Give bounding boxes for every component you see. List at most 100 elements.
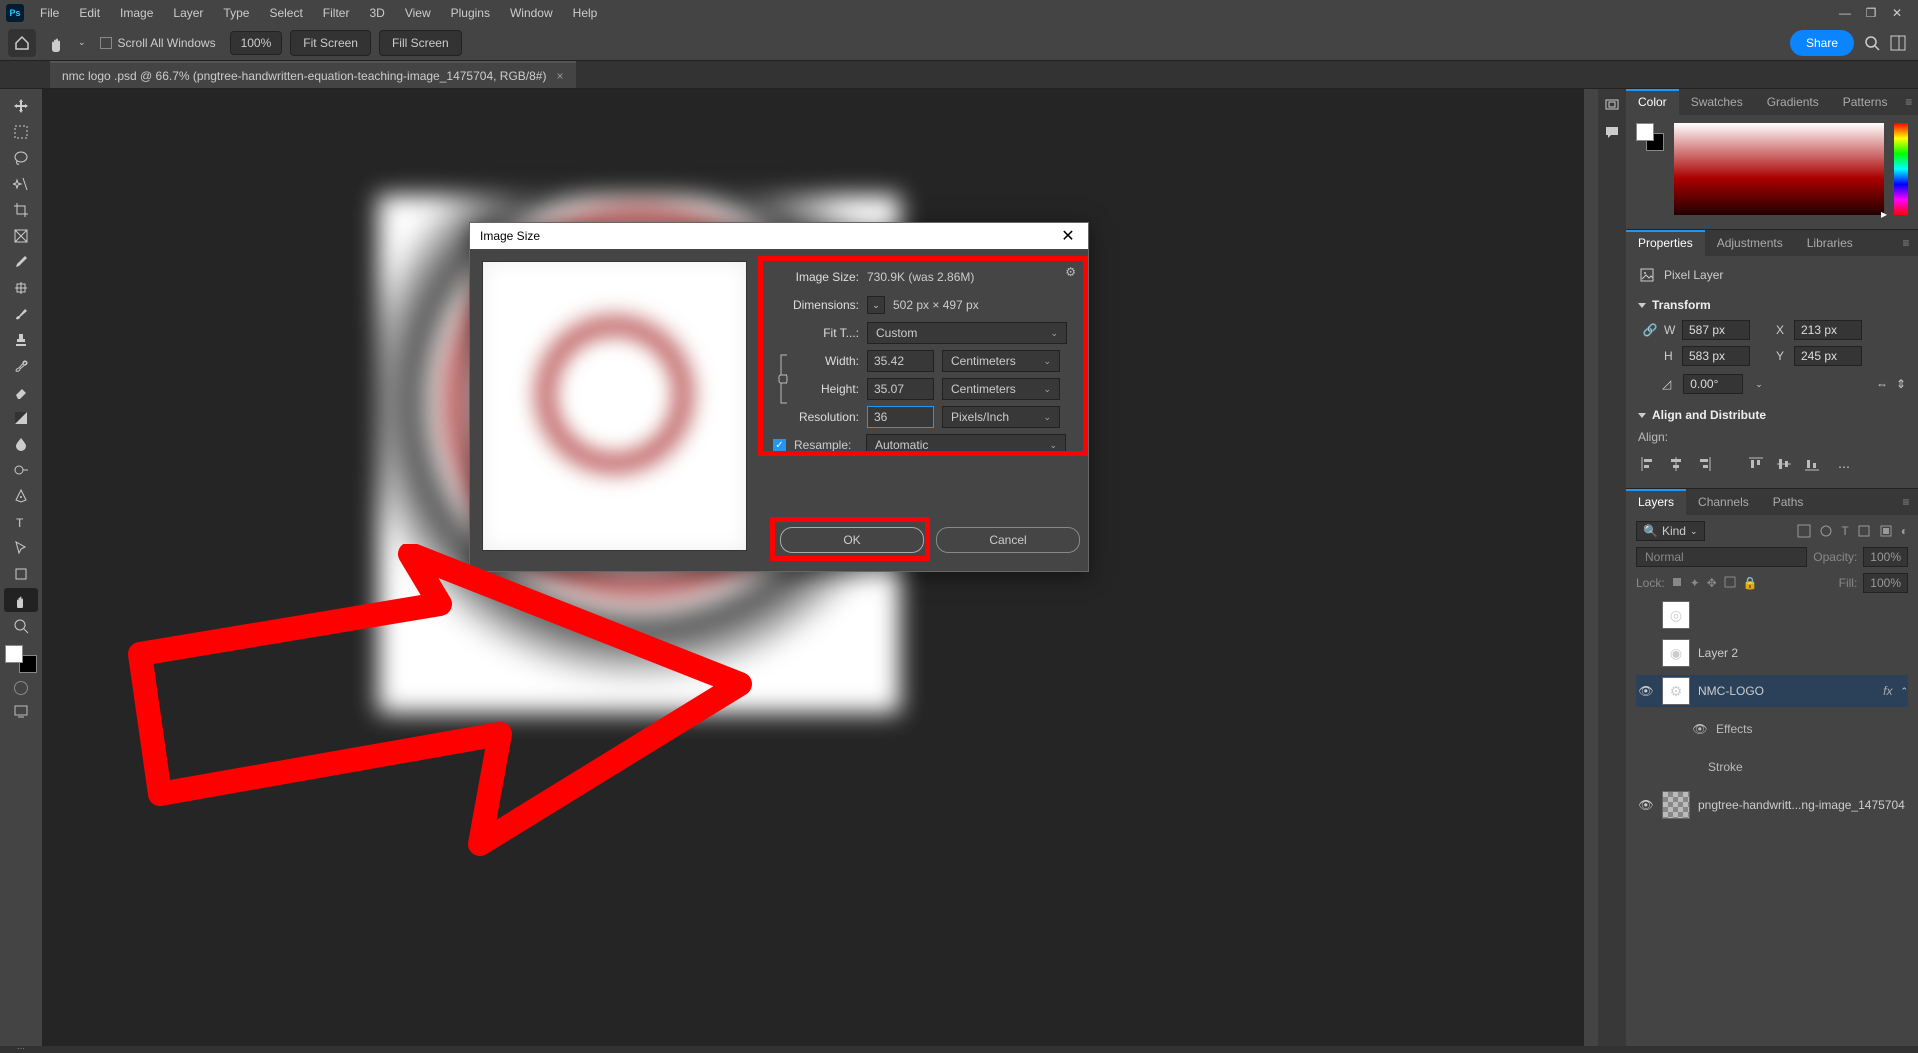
tab-swatches[interactable]: Swatches xyxy=(1679,89,1755,115)
fill-screen-button[interactable]: Fill Screen xyxy=(379,30,462,56)
lasso-tool[interactable] xyxy=(4,146,38,170)
resolution-unit-dropdown[interactable]: Pixels/Inch⌄ xyxy=(942,406,1060,428)
layer-item[interactable]: 👁 ⚙ NMC-LOGO fx ⌃ xyxy=(1636,675,1908,707)
lock-pixels-icon[interactable] xyxy=(1671,576,1683,590)
fx-badge[interactable]: fx xyxy=(1883,684,1892,698)
width-input[interactable]: 35.42 xyxy=(867,350,934,372)
edit-toolbar-icon[interactable] xyxy=(15,1047,27,1050)
crop-tool[interactable] xyxy=(4,198,38,222)
color-spectrum[interactable]: ▸ xyxy=(1674,123,1884,215)
wand-tool[interactable] xyxy=(4,172,38,196)
layer-effect-stroke[interactable]: Stroke xyxy=(1636,751,1908,783)
shape-tool[interactable] xyxy=(4,562,38,586)
resample-checkbox[interactable]: ✓ xyxy=(773,439,786,452)
tab-color[interactable]: Color xyxy=(1626,89,1679,115)
properties-panel-menu-icon[interactable]: ≡ xyxy=(1894,230,1918,256)
history-brush-tool[interactable] xyxy=(4,354,38,378)
filter-shape-icon[interactable] xyxy=(1857,524,1871,538)
dimensions-unit-dropdown[interactable]: ⌄ xyxy=(867,296,885,314)
comment-panel-icon[interactable] xyxy=(1603,123,1621,141)
w-input[interactable]: 587 px xyxy=(1682,320,1750,340)
dialog-close-icon[interactable]: ✕ xyxy=(1058,226,1078,246)
align-top-icon[interactable] xyxy=(1748,456,1764,478)
zoom-value[interactable]: 100% xyxy=(230,31,283,55)
canvas-area[interactable]: Image Size ✕ ⚙ Image Size: 730.9K (was 2… xyxy=(42,89,1598,1046)
gradient-tool[interactable] xyxy=(4,406,38,430)
screenmode-icon[interactable] xyxy=(13,703,29,719)
align-right-icon[interactable] xyxy=(1696,456,1712,478)
menu-image[interactable]: Image xyxy=(110,0,163,25)
angle-input[interactable]: 0.00° xyxy=(1683,374,1743,394)
x-input[interactable]: 213 px xyxy=(1794,320,1862,340)
zoom-tool[interactable] xyxy=(4,614,38,638)
layer-name[interactable]: NMC-LOGO xyxy=(1698,684,1875,698)
layer-item[interactable]: 👁 pngtree-handwritt...ng-image_1475704 xyxy=(1636,789,1908,821)
home-button[interactable] xyxy=(8,29,36,57)
filter-toggle-icon[interactable]: ◐ xyxy=(1901,524,1908,538)
close-icon[interactable]: ✕ xyxy=(1890,6,1904,20)
tab-close-icon[interactable]: × xyxy=(556,69,563,83)
learn-panel-icon[interactable] xyxy=(1603,95,1621,113)
hue-slider[interactable] xyxy=(1894,123,1908,215)
visibility-toggle[interactable] xyxy=(1638,645,1654,661)
maximize-icon[interactable]: ❐ xyxy=(1864,6,1878,20)
lock-artboard-icon[interactable] xyxy=(1724,576,1736,590)
hand-tool[interactable] xyxy=(4,588,38,612)
lock-position-icon[interactable]: ✦ xyxy=(1690,576,1700,590)
layer-effects-toggle[interactable]: 👁 Effects xyxy=(1636,713,1908,745)
fg-color-swatch[interactable] xyxy=(5,645,23,663)
layer-name[interactable]: Layer 2 xyxy=(1698,646,1908,660)
menu-type[interactable]: Type xyxy=(213,0,259,25)
caret-down-icon[interactable] xyxy=(1638,303,1646,308)
tab-adjustments[interactable]: Adjustments xyxy=(1705,230,1795,256)
minimize-icon[interactable]: — xyxy=(1838,6,1852,20)
align-left-icon[interactable] xyxy=(1640,456,1656,478)
tab-layers[interactable]: Layers xyxy=(1626,489,1686,515)
eyedropper-tool[interactable] xyxy=(4,250,38,274)
tab-patterns[interactable]: Patterns xyxy=(1831,89,1900,115)
caret-down-icon[interactable] xyxy=(1638,413,1646,418)
eraser-tool[interactable] xyxy=(4,380,38,404)
tab-paths[interactable]: Paths xyxy=(1761,489,1816,515)
vertical-scrollbar[interactable] xyxy=(1584,89,1598,1046)
layer-item[interactable]: ◉ Layer 2 xyxy=(1636,637,1908,669)
tab-channels[interactable]: Channels xyxy=(1686,489,1761,515)
layer-item[interactable]: ◎ xyxy=(1636,599,1908,631)
align-vcenter-icon[interactable] xyxy=(1776,456,1792,478)
document-tab[interactable]: nmc logo .psd @ 66.7% (pngtree-handwritt… xyxy=(50,61,576,88)
link-aspect-icon[interactable] xyxy=(771,349,795,409)
search-icon[interactable] xyxy=(1864,35,1880,51)
marquee-tool[interactable] xyxy=(4,120,38,144)
healing-tool[interactable] xyxy=(4,276,38,300)
align-more-icon[interactable]: ⋯ xyxy=(1832,456,1858,478)
frame-tool[interactable] xyxy=(4,224,38,248)
fit-screen-button[interactable]: Fit Screen xyxy=(290,30,371,56)
flip-v-icon[interactable]: ⇕ xyxy=(1896,377,1906,391)
align-hcenter-icon[interactable] xyxy=(1668,456,1684,478)
menu-plugins[interactable]: Plugins xyxy=(441,0,500,25)
layer-name[interactable]: pngtree-handwritt...ng-image_1475704 xyxy=(1698,798,1908,812)
flip-h-icon[interactable]: ⇔ xyxy=(1876,377,1888,391)
cancel-button[interactable]: Cancel xyxy=(936,527,1080,553)
resample-dropdown[interactable]: Automatic⌄ xyxy=(866,434,1066,456)
move-tool[interactable] xyxy=(4,94,38,118)
lock-all-icon[interactable]: 🔒 xyxy=(1743,576,1758,590)
layers-panel-menu-icon[interactable]: ≡ xyxy=(1894,489,1918,515)
menu-filter[interactable]: Filter xyxy=(313,0,360,25)
menu-3d[interactable]: 3D xyxy=(359,0,394,25)
visibility-toggle[interactable]: 👁 xyxy=(1638,797,1654,813)
layer-filter-kind-dropdown[interactable]: 🔍Kind⌄ xyxy=(1636,521,1705,541)
align-bottom-icon[interactable] xyxy=(1804,456,1820,478)
tab-properties[interactable]: Properties xyxy=(1626,230,1705,256)
tool-preset-arrow-icon[interactable]: ⌄ xyxy=(78,37,86,48)
menu-file[interactable]: File xyxy=(30,0,69,25)
resolution-input[interactable]: 36 xyxy=(867,406,934,428)
image-size-gear-icon[interactable]: ⚙ xyxy=(1065,265,1076,279)
visibility-toggle[interactable] xyxy=(1638,607,1654,623)
ok-button[interactable]: OK xyxy=(780,527,924,553)
filter-adjust-icon[interactable] xyxy=(1819,524,1833,538)
visibility-toggle[interactable]: 👁 xyxy=(1638,683,1654,699)
filter-pixel-icon[interactable] xyxy=(1797,524,1811,538)
filter-smart-icon[interactable] xyxy=(1879,524,1893,538)
menu-view[interactable]: View xyxy=(395,0,441,25)
